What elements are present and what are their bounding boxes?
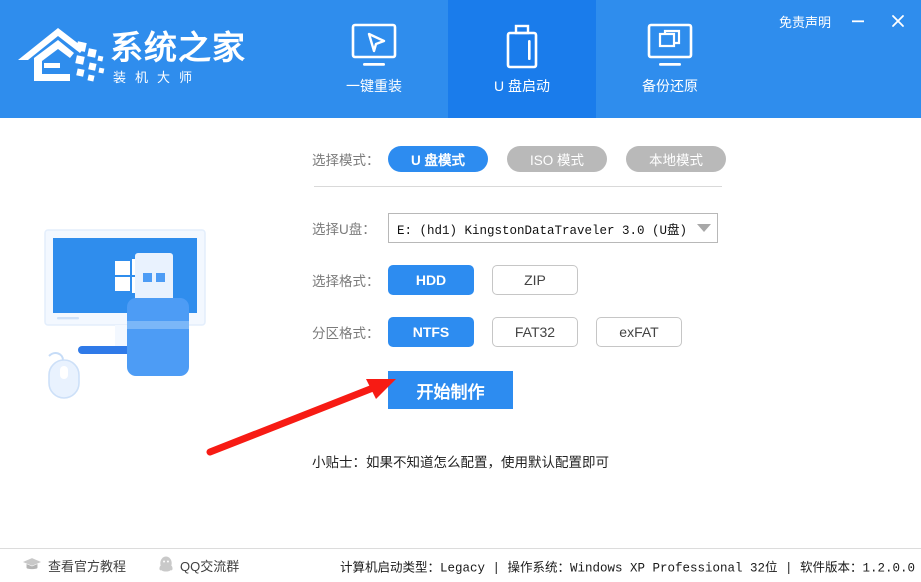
- main-content: 选择模式： U 盘模式 ISO 模式 本地模式 选择U盘： E: (hd1) K…: [0, 118, 921, 542]
- minimize-icon[interactable]: [845, 10, 871, 32]
- partition-option-exfat[interactable]: exFAT: [596, 317, 682, 347]
- close-icon[interactable]: [885, 10, 911, 32]
- usb-select-row: 选择U盘： E: (hd1) KingstonDataTraveler 3.0 …: [312, 213, 732, 243]
- pc-usb-illustration: [35, 218, 300, 408]
- partition-option-ntfs[interactable]: NTFS: [388, 317, 474, 347]
- form-divider: [314, 186, 722, 187]
- qq-group-link[interactable]: QQ交流群: [158, 555, 239, 576]
- status-bar: 查看官方教程 QQ交流群 计算机启动类型：Legacy | 操作系统：Windo…: [0, 548, 921, 582]
- format-option-hdd[interactable]: HDD: [388, 265, 474, 295]
- partition-label: 分区格式：: [312, 326, 380, 341]
- monitor-cursor-icon: [345, 23, 403, 73]
- partition-option-fat32[interactable]: FAT32: [492, 317, 578, 347]
- format-row: 选择格式： HDD ZIP: [312, 265, 732, 295]
- app-window: 系统之家 装机大师 一键重装 U 盘启动 备份还原 免责声明 选择模式： U 盘…: [0, 0, 921, 582]
- mode-row: 选择模式： U 盘模式 ISO 模式 本地模式: [312, 146, 732, 172]
- tab-label: 一键重装: [346, 78, 402, 94]
- link-label: QQ交流群: [180, 559, 240, 574]
- tab-label: 备份还原: [642, 78, 698, 94]
- brand-title: 系统之家: [110, 29, 246, 66]
- start-make-button[interactable]: 开始制作: [388, 371, 513, 409]
- house-logo-icon: [14, 22, 106, 94]
- mode-option-usb[interactable]: U 盘模式: [388, 146, 488, 172]
- start-button-row: 开始制作: [312, 371, 732, 409]
- window-controls: 免责声明: [779, 10, 911, 32]
- mode-label: 选择模式：: [312, 153, 380, 168]
- tab-usb-boot[interactable]: U 盘启动: [448, 0, 596, 118]
- mode-option-iso[interactable]: ISO 模式: [507, 146, 607, 172]
- tab-one-key-reinstall[interactable]: 一键重装: [300, 0, 448, 118]
- usb-select[interactable]: E: (hd1) KingstonDataTraveler 3.0 (U盘) 2…: [388, 213, 718, 243]
- format-option-zip[interactable]: ZIP: [492, 265, 578, 295]
- brand-text: 系统之家 装机大师: [110, 29, 246, 87]
- windows-copy-icon: [641, 23, 699, 73]
- tab-backup-restore[interactable]: 备份还原: [596, 0, 744, 118]
- brand-subtitle: 装机大师: [113, 70, 202, 85]
- qq-penguin-icon: [158, 555, 174, 576]
- disclaimer-link[interactable]: 免责声明: [779, 12, 831, 31]
- usb-drive-icon: [493, 23, 551, 73]
- main-tabs: 一键重装 U 盘启动 备份还原: [300, 0, 744, 118]
- mode-option-local[interactable]: 本地模式: [626, 146, 726, 172]
- app-header: 系统之家 装机大师 一键重装 U 盘启动 备份还原 免责声明: [0, 0, 921, 118]
- chevron-down-icon: [697, 224, 711, 232]
- brand-logo: 系统之家 装机大师: [14, 12, 276, 104]
- format-label: 选择格式：: [312, 274, 380, 289]
- system-info-text: 计算机启动类型：Legacy | 操作系统：Windows XP Profess…: [340, 561, 916, 575]
- view-tutorial-link[interactable]: 查看官方教程: [22, 556, 126, 575]
- partition-row: 分区格式： NTFS FAT32 exFAT: [312, 317, 732, 347]
- graduation-cap-icon: [22, 557, 42, 575]
- usb-label: 选择U盘：: [312, 222, 376, 237]
- tip-text: 小贴士：如果不知道怎么配置，使用默认配置即可: [312, 455, 609, 470]
- usb-select-value: E: (hd1) KingstonDataTraveler 3.0 (U盘) 2…: [397, 223, 693, 238]
- tab-label: U 盘启动: [494, 78, 550, 94]
- config-form: 选择模式： U 盘模式 ISO 模式 本地模式 选择U盘： E: (hd1) K…: [312, 146, 732, 471]
- link-label: 查看官方教程: [48, 559, 127, 574]
